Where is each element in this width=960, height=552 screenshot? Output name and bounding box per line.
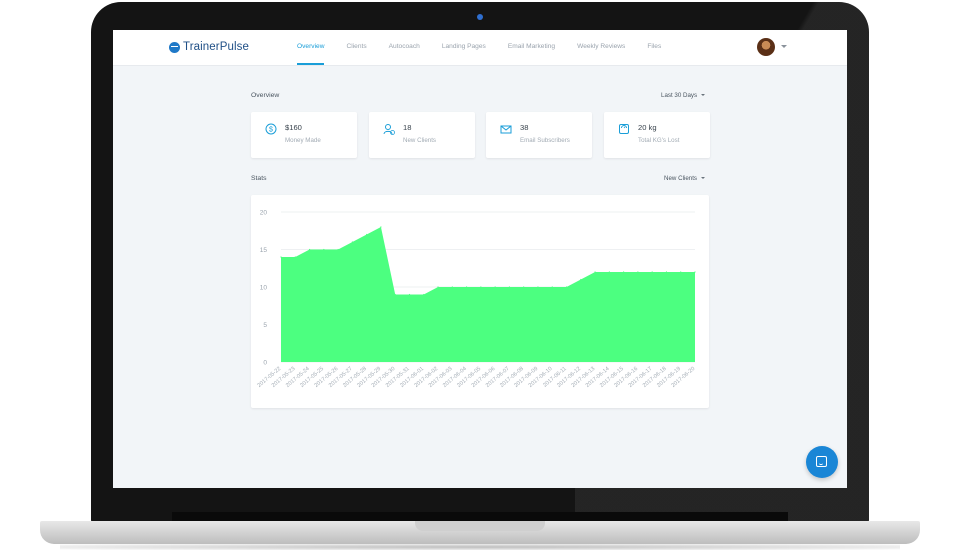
chevron-down-icon bbox=[701, 177, 706, 180]
stat-card-kg-lost[interactable]: 20 kg Total KG's Lost bbox=[604, 112, 710, 158]
chevron-down-icon bbox=[701, 94, 706, 97]
pulse-logo-icon bbox=[169, 41, 180, 53]
y-tick-label: 15 bbox=[260, 247, 268, 254]
user-icon bbox=[383, 123, 395, 135]
stat-card-money[interactable]: $ $160 Money Made bbox=[251, 112, 357, 158]
series-area bbox=[281, 227, 695, 362]
chat-icon bbox=[816, 456, 827, 467]
scale-icon bbox=[618, 123, 630, 135]
brand-logo[interactable]: TrainerPulse bbox=[169, 40, 249, 54]
data-point bbox=[680, 271, 682, 273]
y-tick-label: 20 bbox=[260, 210, 268, 217]
stats-chart-card: 0 5 10 15 20 2017-05-22 2017-05-23 2017-05-24 20… bbox=[251, 195, 709, 408]
tab-clients[interactable]: Clients bbox=[346, 30, 366, 65]
data-point bbox=[280, 256, 282, 258]
dollar-icon: $ bbox=[265, 123, 277, 135]
y-tick-label: 10 bbox=[260, 285, 268, 292]
data-point bbox=[523, 286, 525, 288]
stat-card-new-clients[interactable]: 18 New Clients bbox=[369, 112, 475, 158]
data-point bbox=[380, 226, 382, 228]
data-point bbox=[623, 271, 625, 273]
stat-card-email-subscribers[interactable]: 38 Email Subscribers bbox=[486, 112, 592, 158]
data-point bbox=[508, 286, 511, 288]
data-point bbox=[580, 278, 582, 281]
stat-label: New Clients bbox=[403, 137, 437, 144]
data-point bbox=[465, 286, 468, 288]
brand-name: TrainerPulse bbox=[183, 41, 249, 53]
camera-dot bbox=[477, 14, 483, 20]
y-tick-label: 0 bbox=[263, 360, 267, 367]
date-range-select[interactable]: Last 30 Days bbox=[661, 92, 706, 99]
tab-weekly-reviews[interactable]: Weekly Reviews bbox=[577, 30, 625, 65]
date-range-value: Last 30 Days bbox=[661, 92, 698, 99]
y-tick-label: 5 bbox=[263, 322, 267, 329]
data-point bbox=[423, 293, 425, 296]
data-point bbox=[537, 286, 539, 288]
stat-value: 38 bbox=[520, 123, 529, 132]
laptop-notch bbox=[415, 521, 545, 531]
chat-launcher-button[interactable] bbox=[806, 446, 838, 478]
account-chevron-down-icon[interactable] bbox=[781, 45, 787, 48]
data-point bbox=[694, 271, 696, 273]
stat-value: $160 bbox=[285, 123, 302, 132]
stat-value: 18 bbox=[403, 123, 412, 132]
stat-label: Total KG's Lost bbox=[638, 137, 680, 144]
data-point bbox=[337, 248, 339, 251]
main-nav-tabs: Overview Clients Autocoach Landing Pages… bbox=[297, 30, 683, 65]
laptop-shadow bbox=[60, 544, 900, 550]
data-point bbox=[366, 233, 368, 236]
data-point bbox=[408, 293, 411, 296]
data-point bbox=[294, 256, 296, 258]
data-point bbox=[665, 271, 668, 273]
data-point bbox=[608, 271, 610, 273]
overview-heading: Overview bbox=[251, 92, 280, 99]
top-navbar: TrainerPulse Overview Clients Autocoach … bbox=[113, 30, 847, 66]
tab-autocoach[interactable]: Autocoach bbox=[389, 30, 420, 65]
data-point bbox=[565, 286, 568, 288]
tab-files[interactable]: Files bbox=[647, 30, 661, 65]
stats-area-chart: 051015202017-05-222017-05-232017-05-2420… bbox=[257, 210, 697, 389]
data-point bbox=[480, 286, 482, 288]
tab-email-marketing[interactable]: Email Marketing bbox=[508, 30, 555, 65]
tab-landing-pages[interactable]: Landing Pages bbox=[442, 30, 486, 65]
data-point bbox=[494, 286, 496, 288]
data-point bbox=[651, 271, 653, 273]
data-point bbox=[637, 271, 639, 273]
data-point bbox=[308, 248, 311, 251]
metric-select-value: New Clients bbox=[664, 175, 698, 182]
data-point bbox=[394, 293, 396, 296]
data-point bbox=[437, 286, 439, 288]
tab-overview[interactable]: Overview bbox=[297, 30, 325, 65]
stat-label: Money Made bbox=[285, 137, 321, 144]
stat-label: Email Subscribers bbox=[520, 137, 570, 144]
data-point bbox=[594, 271, 596, 273]
stat-value: 20 kg bbox=[638, 123, 657, 132]
app-screen: TrainerPulse Overview Clients Autocoach … bbox=[113, 30, 847, 488]
stats-heading: Stats bbox=[251, 175, 267, 182]
laptop-frame: TrainerPulse Overview Clients Autocoach … bbox=[0, 0, 960, 552]
envelope-icon bbox=[500, 123, 512, 135]
data-point bbox=[551, 286, 553, 288]
data-point bbox=[351, 241, 353, 243]
data-point bbox=[323, 248, 325, 251]
data-point bbox=[451, 286, 453, 288]
metric-select[interactable]: New Clients bbox=[664, 175, 706, 182]
svg-text:$: $ bbox=[269, 127, 273, 134]
user-avatar[interactable] bbox=[757, 38, 775, 56]
